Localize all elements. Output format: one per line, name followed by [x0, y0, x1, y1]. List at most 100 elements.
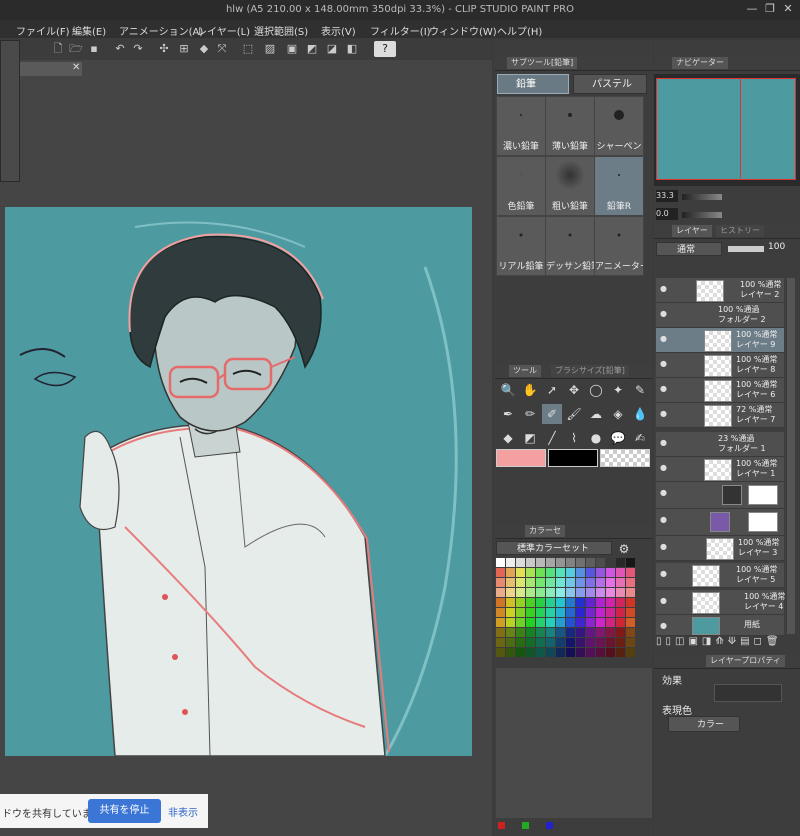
- color-swatch[interactable]: [556, 568, 565, 577]
- menu-file[interactable]: ファイル(F): [16, 23, 70, 38]
- new-file-icon[interactable]: 🗋: [50, 41, 66, 57]
- color-swatch[interactable]: [586, 608, 595, 617]
- clear-icon[interactable]: ✣: [156, 41, 172, 57]
- color-swatch[interactable]: [556, 618, 565, 627]
- menu-window[interactable]: ウィンドウ(W): [429, 23, 497, 38]
- navigator-preview[interactable]: [654, 74, 800, 186]
- pencil-active-icon[interactable]: ✐: [542, 404, 562, 424]
- palette-settings-icon[interactable]: ⚙: [614, 539, 634, 559]
- selection-icon[interactable]: ◯: [586, 380, 606, 400]
- undo-icon[interactable]: ↶: [112, 41, 128, 57]
- color-swatch[interactable]: [556, 608, 565, 617]
- color-swatch[interactable]: [516, 588, 525, 597]
- color-swatch[interactable]: [496, 578, 505, 587]
- pencil-group-button[interactable]: 鉛筆: [497, 74, 569, 94]
- fill-tool-icon[interactable]: ◆: [498, 428, 518, 448]
- color-swatch[interactable]: [516, 608, 525, 617]
- visibility-icon[interactable]: ●: [660, 335, 668, 343]
- color-swatch[interactable]: [536, 618, 545, 627]
- hand-tool-icon[interactable]: ✋: [520, 380, 540, 400]
- layer-row[interactable]: ● 72 %通常 レイヤー 7: [656, 403, 784, 428]
- angle-value[interactable]: 0.0: [656, 208, 678, 220]
- color-swatch[interactable]: [606, 558, 615, 567]
- layer-row[interactable]: ● 100 %通常 レイヤー 1: [656, 457, 784, 482]
- color-swatch[interactable]: [566, 598, 575, 607]
- color-swatch[interactable]: [586, 648, 595, 657]
- fill-icon[interactable]: ◆: [196, 41, 212, 57]
- visibility-icon[interactable]: ●: [660, 622, 668, 630]
- color-swatch[interactable]: [496, 628, 505, 637]
- tool-tab[interactable]: ツール: [509, 365, 541, 377]
- brush-real-pencil[interactable]: リアル鉛筆: [496, 216, 546, 276]
- left-palette-strip[interactable]: [0, 40, 20, 182]
- airbrush-icon[interactable]: ☁: [586, 404, 606, 424]
- pastel-group-button[interactable]: パステル: [573, 74, 647, 94]
- color-swatch[interactable]: [526, 588, 535, 597]
- menu-animation[interactable]: アニメーション(A): [119, 23, 203, 38]
- color-swatch[interactable]: [546, 638, 555, 647]
- color-swatch[interactable]: [576, 588, 585, 597]
- color-swatch[interactable]: [536, 588, 545, 597]
- color-swatch[interactable]: [536, 558, 545, 567]
- color-swatch[interactable]: [566, 628, 575, 637]
- color-swatch[interactable]: [576, 638, 585, 647]
- color-swatch-grid[interactable]: [496, 558, 636, 668]
- color-swatch[interactable]: [596, 588, 605, 597]
- visibility-icon[interactable]: ●: [660, 543, 668, 551]
- color-swatch[interactable]: [516, 618, 525, 627]
- color-swatch[interactable]: [496, 618, 505, 627]
- color-swatch[interactable]: [616, 588, 625, 597]
- color-swatch[interactable]: [596, 628, 605, 637]
- brush-light-pencil[interactable]: 薄い鉛筆: [545, 96, 595, 156]
- color-swatch[interactable]: [566, 638, 575, 647]
- color-swatch[interactable]: [606, 568, 615, 577]
- color-swatch[interactable]: [536, 648, 545, 657]
- color-set-tab[interactable]: カラーセ: [525, 525, 565, 537]
- visibility-icon[interactable]: ●: [660, 464, 668, 472]
- color-swatch[interactable]: [576, 648, 585, 657]
- color-swatch[interactable]: [526, 578, 535, 587]
- color-swatch[interactable]: [616, 618, 625, 627]
- color-swatch[interactable]: [536, 638, 545, 647]
- color-swatch[interactable]: [556, 558, 565, 567]
- color-swatch[interactable]: [506, 638, 515, 647]
- color-swatch[interactable]: [516, 568, 525, 577]
- color-swatch[interactable]: [576, 568, 585, 577]
- color-swatch[interactable]: [496, 608, 505, 617]
- color-swatch[interactable]: [496, 638, 505, 647]
- auto-select-icon[interactable]: ✦: [608, 380, 628, 400]
- color-swatch[interactable]: [596, 618, 605, 627]
- color-swatch[interactable]: [566, 558, 575, 567]
- color-swatch[interactable]: [596, 648, 605, 657]
- color-swatch[interactable]: [566, 578, 575, 587]
- stop-sharing-button[interactable]: 共有を停止: [88, 799, 161, 823]
- color-swatch[interactable]: [556, 578, 565, 587]
- frame-icon[interactable]: ⌇: [564, 428, 584, 448]
- color-swatch[interactable]: [576, 608, 585, 617]
- color-swatch[interactable]: [586, 638, 595, 647]
- palette-select[interactable]: 標準カラーセット: [496, 541, 612, 555]
- visibility-icon[interactable]: ●: [660, 570, 668, 578]
- color-swatch[interactable]: [496, 558, 505, 567]
- color-swatch[interactable]: [536, 578, 545, 587]
- color-swatch[interactable]: [626, 638, 635, 647]
- color-swatch[interactable]: [566, 588, 575, 597]
- color-swatch[interactable]: [546, 598, 555, 607]
- navigator-tab[interactable]: ナビゲーター: [672, 57, 728, 69]
- color-swatch[interactable]: [616, 628, 625, 637]
- color-swatch[interactable]: [596, 578, 605, 587]
- brush-size-tab[interactable]: ブラシサイズ[鉛筆]: [551, 365, 629, 377]
- angle-slider[interactable]: [682, 212, 722, 218]
- color-swatch[interactable]: [556, 628, 565, 637]
- document-tab[interactable]: ✕: [20, 62, 82, 76]
- transparent-color-swatch[interactable]: [600, 449, 650, 467]
- history-tab[interactable]: ヒストリー: [716, 225, 764, 237]
- color-swatch[interactable]: [576, 628, 585, 637]
- color-swatch[interactable]: [506, 618, 515, 627]
- opacity-slider[interactable]: [728, 246, 764, 252]
- color-swatch[interactable]: [616, 598, 625, 607]
- figure-icon[interactable]: ╱: [542, 428, 562, 448]
- color-swatch[interactable]: [516, 648, 525, 657]
- layer-actions-bar[interactable]: ▯▯◫▣◨⟰⟱▤◻🗑: [656, 636, 796, 652]
- color-swatch[interactable]: [626, 578, 635, 587]
